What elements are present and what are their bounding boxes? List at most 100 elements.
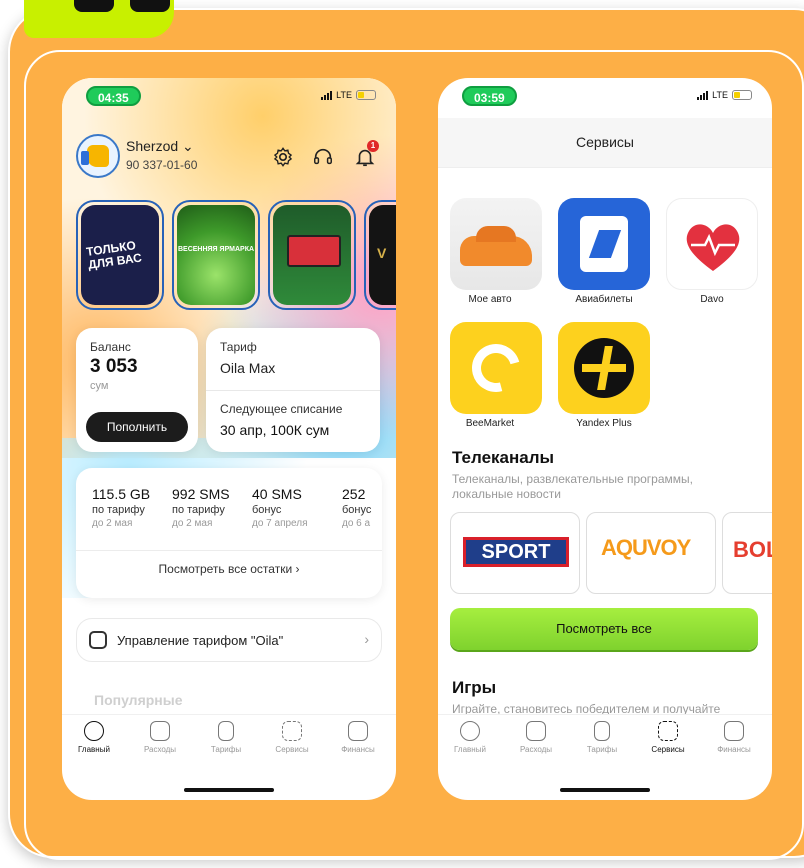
tab-expenses[interactable]: Расходы [506,721,566,754]
slide-stage: 04:35 LTE Sherzod ⌄ 90 337-01-60 1 ТОЛЬК… [0,0,804,868]
tab-home[interactable]: Главный [440,721,500,754]
divider [76,550,382,551]
story-image: V [369,205,396,305]
remain-item: 115.5 GB по тарифу до 2 мая [92,486,150,529]
calculator-icon [150,721,170,741]
app-label: Davo [700,294,724,305]
support-headset-icon[interactable] [312,146,334,168]
remain-value: 115.5 GB [92,486,151,502]
tab-label: Тарифы [210,745,242,754]
story-item[interactable] [268,200,356,310]
story-text: V [377,245,387,261]
tab-home[interactable]: Главный [64,721,124,754]
sim-card-icon [594,721,610,741]
remain-source: по тарифу [92,504,145,516]
notification-badge: 1 [367,140,379,152]
app-yandex-plus[interactable] [558,322,650,414]
app-label: Авиабилеты [575,294,633,305]
tab-label: Финансы [717,745,751,754]
phone-home-screen: 04:35 LTE Sherzod ⌄ 90 337-01-60 1 ТОЛЬК… [62,78,396,800]
status-indicators: LTE [697,90,752,100]
tab-tariffs[interactable]: Тарифы [196,721,256,754]
notifications-bell[interactable]: 1 [354,140,379,168]
remains-card: 115.5 GB по тарифу до 2 мая 992 SMS по т… [76,468,382,598]
tab-services[interactable]: Сервисы [638,721,698,754]
tab-finance[interactable]: Финансы [328,721,388,754]
signal-icon [697,90,709,100]
app-davo[interactable] [666,198,758,290]
battery-icon [356,90,376,100]
app-beemarket[interactable] [450,322,542,414]
beemarket-icon [463,335,529,401]
remain-value: 40 SMS [252,486,302,502]
tab-label: Главный [454,745,486,754]
app-flights[interactable] [558,198,650,290]
page-header: Сервисы [438,118,772,168]
yandex-plus-icon [574,338,634,398]
thumbs-up-icon [81,145,109,167]
divider [206,390,380,391]
story-text: ТОЛЬКО ДЛЯ ВАС [85,238,143,272]
tab-finance[interactable]: Финансы [704,721,764,754]
app-label: Мое авто [468,294,512,305]
car-icon [460,226,532,266]
games-section-title: Игры [452,678,497,697]
tab-label: Финансы [341,745,375,754]
see-all-button[interactable]: Посмотреть все [450,608,758,650]
smile-icon [460,721,480,741]
page-title: Сервисы [575,134,634,150]
stories-carousel[interactable]: ТОЛЬКО ДЛЯ ВАС ВЕСЕННЯЯ ЯРМАРКА V [76,200,396,312]
remain-source: бонус [342,504,372,516]
remain-date: до 6 а [342,518,371,529]
user-name[interactable]: Sherzod ⌄ [126,138,194,155]
remain-date: до 2 мая [92,518,133,529]
manage-tariff-row[interactable]: Управление тарифом "Oila" › [76,618,382,662]
app-my-car[interactable] [450,198,542,290]
calculator-icon [526,721,546,741]
manage-tariff-icon [89,631,107,649]
topup-button[interactable]: Пополнить [86,412,188,442]
signal-icon [321,90,333,100]
services-grid-icon [658,721,678,741]
tab-label: Расходы [143,745,177,754]
channel-bolajon[interactable]: BOL [722,512,772,594]
balance-label: Баланс [90,340,131,354]
phone-services-screen: 03:59 LTE Сервисы Мое авто Авиабилеты Da… [438,78,772,800]
tab-label: Сервисы [275,745,309,754]
tab-services[interactable]: Сервисы [262,721,322,754]
channel-logo: BOL [733,537,772,562]
story-text: ВЕСЕННЯЯ ЯРМАРКА [177,246,255,253]
balance-unit: сум [90,380,109,392]
battery-icon [732,90,752,100]
tab-label: Сервисы [651,745,685,754]
app-label: BeeMarket [465,418,515,429]
tv-icon [287,235,341,267]
tab-expenses[interactable]: Расходы [130,721,190,754]
tab-label: Расходы [519,745,553,754]
tab-label: Тарифы [586,745,618,754]
manage-tariff-label: Управление тарифом "Oila" [117,633,284,648]
bottom-tab-bar: Главный Расходы Тарифы Сервисы Финансы [438,714,772,764]
story-item[interactable]: ВЕСЕННЯЯ ЯРМАРКА [172,200,260,310]
story-item[interactable]: ТОЛЬКО ДЛЯ ВАС [76,200,164,310]
next-charge-value: 30 апр, 100К сум [220,422,330,438]
remain-date: до 7 апреля [252,518,308,529]
home-indicator [184,788,274,792]
channel-aquvoy[interactable]: AQUVOY [586,512,716,594]
story-image: ТОЛЬКО ДЛЯ ВАС [81,205,159,305]
heart-pulse-icon [686,224,740,271]
tariff-label: Тариф [220,340,257,354]
story-image [273,205,351,305]
smile-icon [84,721,104,741]
story-item[interactable]: V [364,200,396,310]
corner-badge [24,0,174,38]
balance-card[interactable]: Баланс 3 053 сум Пополнить [76,328,198,452]
settings-icon[interactable] [272,146,294,168]
tariff-card[interactable]: Тариф Oila Max Следующее списание 30 апр… [206,328,380,452]
avatar[interactable] [76,134,120,178]
view-all-remains-link[interactable]: Посмотреть все остатки › [76,562,382,576]
channel-sport[interactable]: SPORT [450,512,580,594]
tab-tariffs[interactable]: Тарифы [572,721,632,754]
remain-item: 992 SMS по тарифу до 2 мая [172,486,230,529]
status-indicators: LTE [321,90,376,100]
